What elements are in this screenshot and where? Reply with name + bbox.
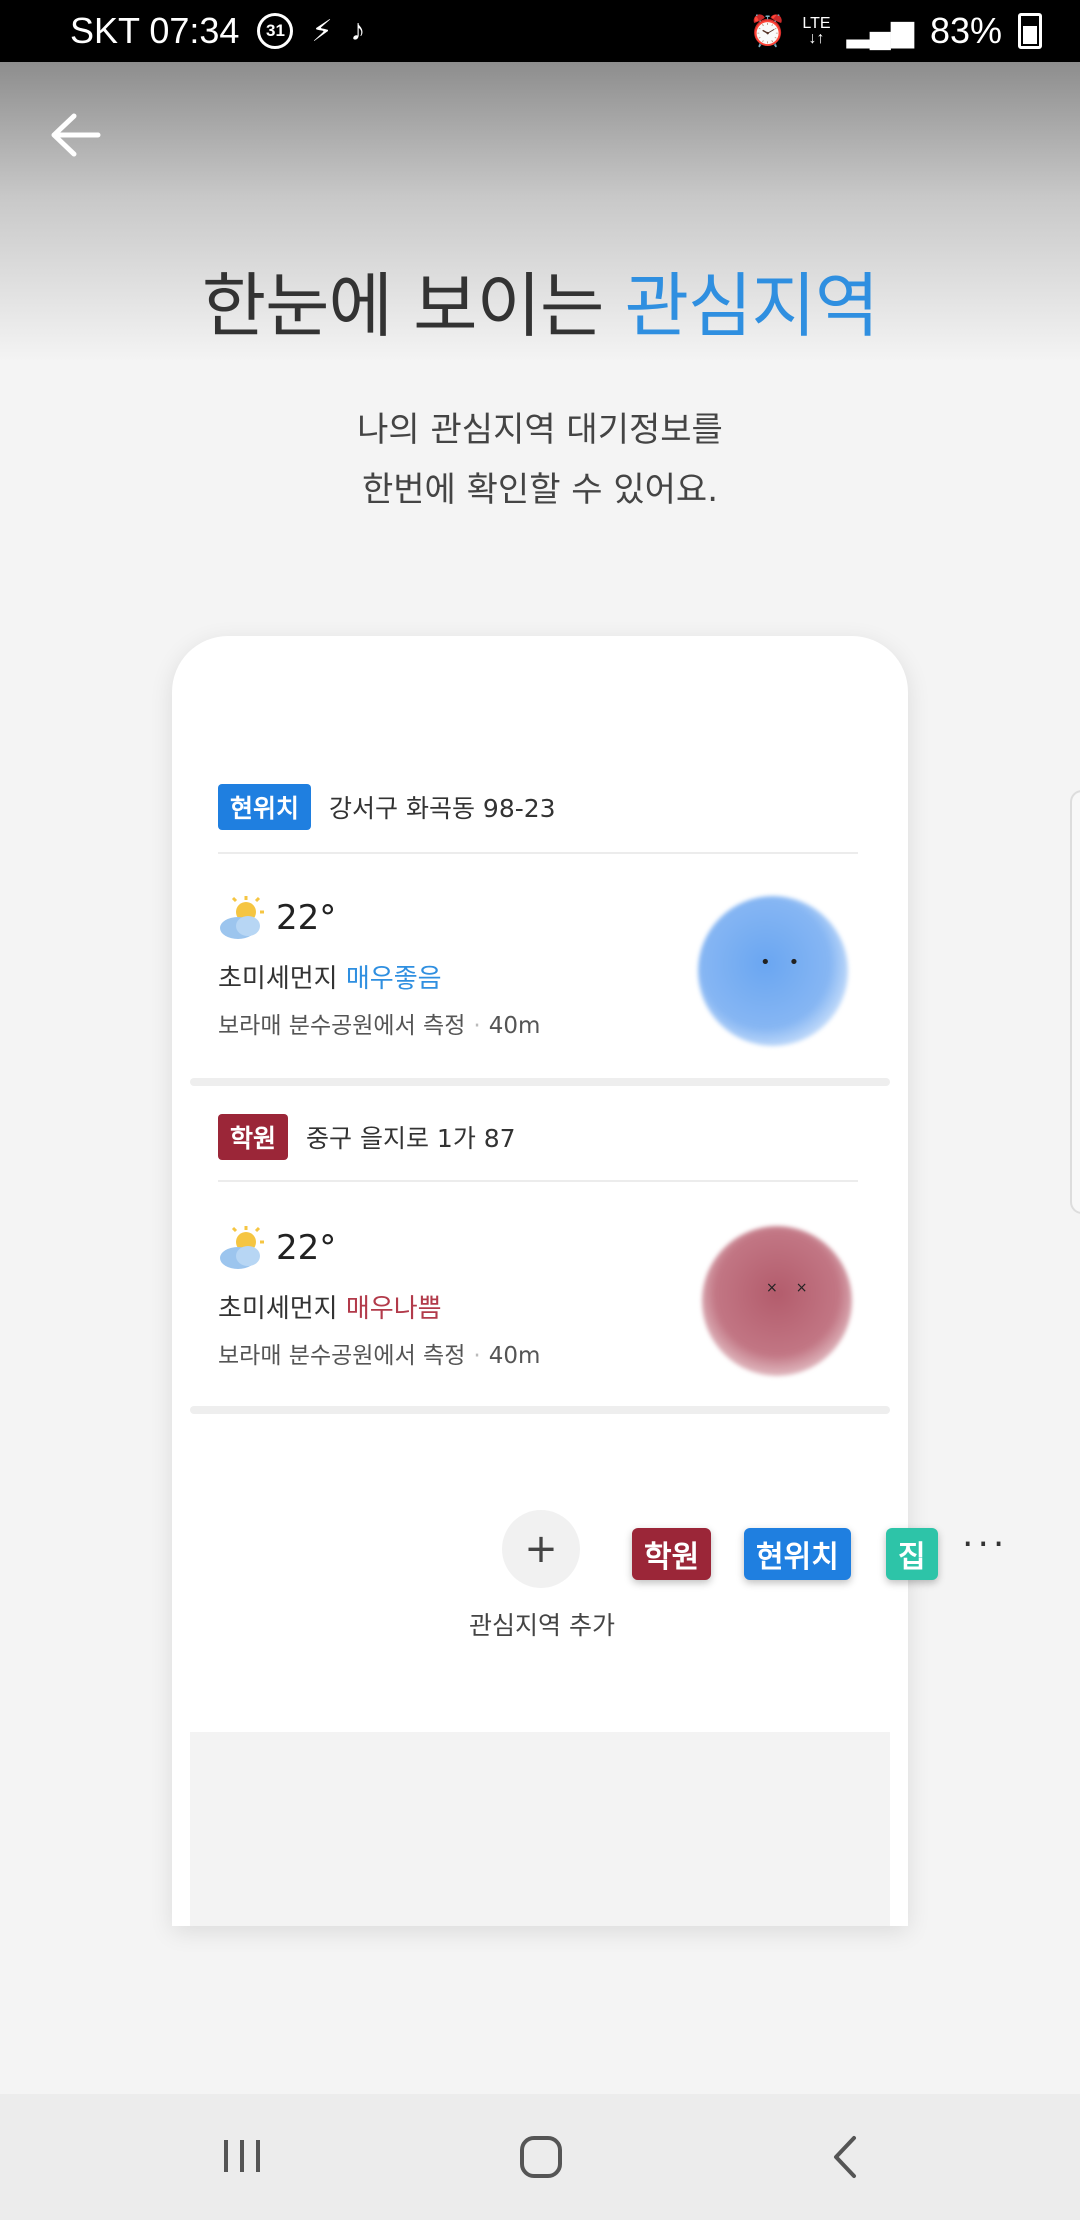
battery-percent: 83% <box>929 10 1002 51</box>
edge-panel-handle[interactable] <box>1070 790 1080 1214</box>
weather-row: 22° <box>218 1226 336 1270</box>
recent-apps-icon[interactable] <box>220 2134 264 2178</box>
chip-academy[interactable]: 학원 <box>632 1528 712 1580</box>
back-icon[interactable] <box>830 2134 860 2180</box>
calendar-icon: 31 <box>257 13 294 49</box>
signal-icon: ▂▄▆ <box>846 14 914 48</box>
pm-status-bad: 매우나쁨 <box>345 1294 442 1324</box>
location-row-current: 현위치 강서구 화곡동 98-23 <box>218 784 556 830</box>
home-icon[interactable] <box>518 2134 564 2180</box>
mascot-eyes: •• <box>760 952 818 973</box>
partly-cloudy-icon <box>220 1226 264 1269</box>
location-tag: 학원 <box>218 1114 289 1160</box>
station-row: 보라매 분수공원에서 측정 · 40m <box>218 1013 541 1039</box>
navigation-bar <box>0 2094 1080 2220</box>
weather-row: 22° <box>218 896 336 940</box>
pm-status-good: 매우좋음 <box>345 964 442 994</box>
lte-icon: LTE ↓↑ <box>802 15 831 47</box>
mascot-eyes: ×× <box>766 1280 826 1296</box>
pm-status-row: 초미세먼지 매우좋음 <box>218 964 442 994</box>
partly-cloudy-icon <box>220 896 264 939</box>
volte-icon: ⚡ <box>311 14 333 48</box>
chip-current-location[interactable]: 현위치 <box>744 1528 851 1580</box>
card-separator <box>190 1406 890 1414</box>
location-address: 중구 을지로 1가 87 <box>306 1124 516 1153</box>
page-title: 한눈에 보이는 관심지역 <box>201 265 880 347</box>
more-icon[interactable]: ··· <box>962 1524 1008 1565</box>
bad-air-mascot <box>702 1226 852 1376</box>
pm-status-row: 초미세먼지 매우나쁨 <box>218 1294 442 1324</box>
card-separator <box>190 1078 890 1086</box>
title-highlight: 관심지역 <box>624 265 880 347</box>
chip-home[interactable]: 집 <box>886 1528 938 1580</box>
alarm-icon: ⏰ <box>749 14 787 48</box>
location-row-academy: 학원 중구 을지로 1가 87 <box>218 1114 516 1160</box>
back-arrow-icon[interactable] <box>48 110 104 160</box>
music-note-icon: ♪ <box>350 14 366 47</box>
carrier-time: SKT 07:34 <box>70 10 240 51</box>
placeholder-panel <box>190 1732 890 1926</box>
add-region-label[interactable]: 관심지역 추가 <box>462 1606 622 1642</box>
temperature: 22° <box>276 898 337 938</box>
page-subtitle: 나의 관심지역 대기정보를 한번에 확인할 수 있어요. <box>357 410 723 510</box>
divider <box>218 1180 858 1182</box>
station-row: 보라매 분수공원에서 측정 · 40m <box>218 1343 541 1369</box>
location-address: 강서구 화곡동 98-23 <box>329 794 556 823</box>
add-region-button[interactable]: + <box>502 1510 580 1588</box>
battery-icon <box>1018 13 1042 49</box>
phone-mockup: 현위치 강서구 화곡동 98-23 22° 초미세먼지 매우좋음 보라매 분수공… <box>172 636 908 1926</box>
status-bar: SKT 07:34 31 ⚡ ♪ ⏰ LTE ↓↑ ▂▄▆ 83% <box>0 0 1080 62</box>
divider <box>218 852 858 854</box>
temperature: 22° <box>276 1228 337 1268</box>
location-tag: 현위치 <box>218 784 312 830</box>
